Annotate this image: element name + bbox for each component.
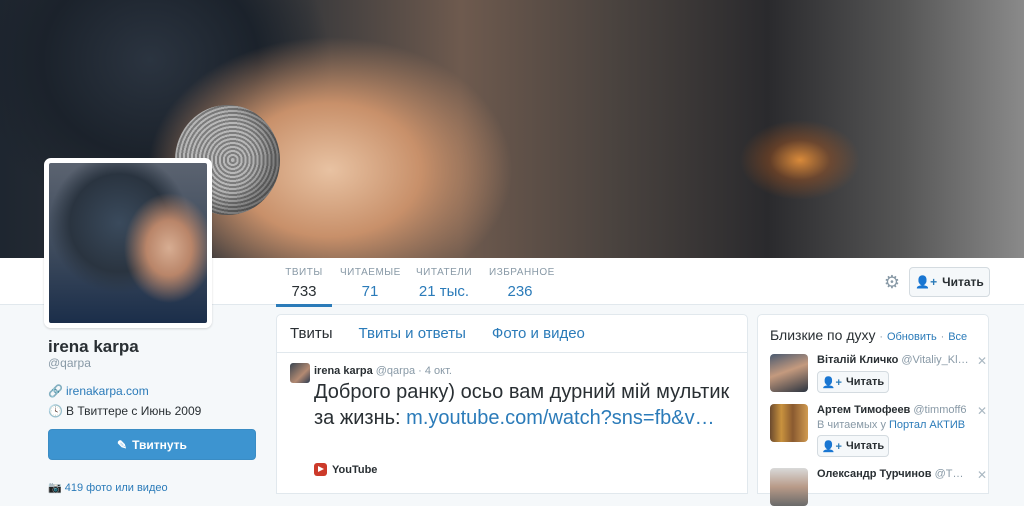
tweet-header: irena karpa @qarpa · 4 окт. — [314, 365, 452, 377]
stat-value: 236 — [507, 283, 533, 300]
separator-dot: · — [879, 331, 884, 343]
suggestion-avatar[interactable] — [770, 354, 808, 392]
suggestion-handle[interactable]: @timmoff6 — [913, 404, 966, 416]
stat-value: 733 — [291, 283, 317, 300]
stat-following[interactable]: ЧИТАЕМЫЕ 71 — [340, 267, 400, 300]
stat-label: ЧИТАЕМЫЕ — [340, 267, 401, 278]
tweet-card-source[interactable]: YouTube — [314, 463, 377, 476]
who-to-follow-header: Близкие по духу · Обновить · Все — [770, 327, 967, 343]
link-icon: 🔗 — [48, 384, 63, 398]
who-to-follow-title: Близкие по духу — [770, 327, 876, 343]
stat-value: 21 тыс. — [418, 283, 470, 300]
suggestion-avatar[interactable] — [770, 468, 808, 506]
stat-label: ТВИТЫ — [285, 267, 323, 278]
suggestion-context-text: В читаемых у — [817, 419, 886, 431]
who-to-follow-module: Близкие по духу · Обновить · Все Віталій… — [757, 314, 989, 506]
suggestion-fullname[interactable]: Віталій Кличко — [817, 354, 898, 366]
tab-tweets-and-replies[interactable]: Твиты и ответы — [359, 325, 466, 342]
profile-website[interactable]: 🔗 irenakarpa.com — [48, 384, 149, 398]
photos-videos-link[interactable]: 📷 419 фото или видео — [48, 481, 168, 494]
suggestion-handle[interactable]: @T… — [935, 468, 964, 480]
follow-button-label: Читать — [942, 275, 984, 289]
add-user-icon: 👤+ — [821, 440, 842, 453]
suggestion-context-link[interactable]: Портал АКТИВ — [889, 419, 965, 431]
clock-icon: 🕓 — [48, 404, 63, 418]
card-source-label: YouTube — [332, 463, 378, 476]
suggestion-fullname[interactable]: Артем Тимофеев — [817, 404, 910, 416]
view-all-link[interactable]: Все — [948, 331, 967, 343]
tweet-author[interactable]: irena karpa — [314, 365, 373, 377]
tweet-link[interactable]: m.youtube.com/watch?sns=fb&v… — [406, 407, 714, 429]
refresh-link[interactable]: Обновить — [887, 331, 937, 343]
stat-label: ЧИТАТЕЛИ — [416, 267, 473, 278]
tweet-to-button[interactable]: ✎ Твитнуть — [48, 429, 256, 460]
stat-favorites[interactable]: ИЗБРАННОЕ 236 — [489, 267, 555, 300]
tab-tweets[interactable]: Твиты — [290, 325, 333, 342]
suggestion-follow-label: Читать — [845, 440, 885, 452]
add-user-icon: 👤+ — [915, 275, 938, 289]
follow-button[interactable]: 👤+ Читать — [909, 267, 990, 297]
suggestion-fullname[interactable]: Олександр Турчинов — [817, 468, 932, 480]
stat-label: ИЗБРАННОЕ — [489, 267, 555, 278]
suggestion-name[interactable]: Олександр Турчинов @T… — [817, 468, 987, 480]
add-user-icon: 👤+ — [821, 376, 842, 389]
profile-joined-text: В Твиттере с Июнь 2009 — [66, 404, 202, 418]
camera-icon: 📷 — [48, 482, 62, 494]
tweet-button-label: Твитнуть — [132, 437, 187, 452]
tweet-date[interactable]: · 4 окт. — [418, 365, 452, 377]
photos-videos-text[interactable]: 419 фото или видео — [65, 482, 168, 494]
profile-name[interactable]: irena karpa — [48, 337, 139, 357]
tweet-text: Доброго ранку) осьо вам дурний мій мульт… — [314, 379, 734, 431]
suggestion-name[interactable]: Віталій Кличко @Vitaliy_Kl… — [817, 354, 987, 366]
compose-icon: ✎ — [117, 437, 128, 452]
gear-icon[interactable]: ⚙ — [882, 272, 902, 292]
dismiss-icon[interactable]: ✕ — [977, 468, 987, 482]
tab-photos-videos[interactable]: Фото и видео — [492, 325, 585, 342]
stat-tweets[interactable]: ТВИТЫ 733 — [276, 267, 332, 307]
tweet-avatar[interactable] — [290, 363, 310, 383]
separator-dot: · — [940, 331, 945, 343]
suggestion-name[interactable]: Артем Тимофеев @timmoff6 — [817, 404, 987, 416]
suggestion-follow-button[interactable]: 👤+ Читать — [817, 435, 889, 457]
suggestion-context: В читаемых у Портал АКТИВ — [817, 419, 965, 431]
profile-joined-date: 🕓 В Твиттере с Июнь 2009 — [48, 404, 201, 418]
dismiss-icon[interactable]: ✕ — [977, 404, 987, 418]
profile-website-text[interactable]: irenakarpa.com — [66, 384, 149, 398]
timeline-module: Твиты Твиты и ответы Фото и видео irena … — [276, 314, 748, 494]
suggestion-follow-button[interactable]: 👤+ Читать — [817, 371, 889, 393]
suggestion-follow-label: Читать — [845, 376, 885, 388]
profile-avatar[interactable] — [44, 158, 212, 328]
profile-handle[interactable]: @qarpa — [48, 356, 91, 370]
youtube-icon — [314, 463, 327, 476]
timeline-tabs: Твиты Твиты и ответы Фото и видео — [277, 315, 747, 353]
stat-followers[interactable]: ЧИТАТЕЛИ 21 тыс. — [416, 267, 472, 300]
stat-value: 71 — [361, 283, 379, 300]
dismiss-icon[interactable]: ✕ — [977, 354, 987, 368]
suggestion-handle[interactable]: @Vitaliy_Kl… — [901, 354, 968, 366]
tweet-handle[interactable]: @qarpa — [376, 365, 415, 377]
suggestion-avatar[interactable] — [770, 404, 808, 442]
